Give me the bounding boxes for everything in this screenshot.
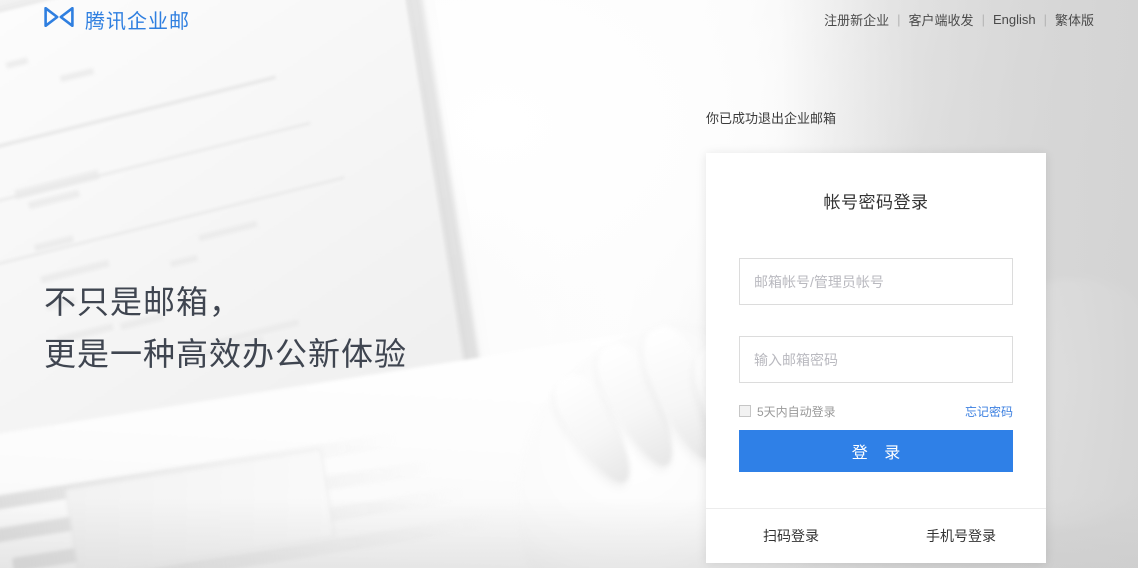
tencent-exmail-logo-icon xyxy=(44,6,74,32)
brand-logo-link[interactable]: 腾讯企业邮 xyxy=(44,5,190,34)
nav-client-mail[interactable]: 客户端收发 xyxy=(909,10,974,29)
logout-notice: 你已成功退出企业邮箱 xyxy=(706,111,837,126)
login-submit-button[interactable]: 登 录 xyxy=(739,430,1013,472)
login-page: 腾讯企业邮 注册新企业 | 客户端收发 | English | 繁体版 不只是邮… xyxy=(0,0,1138,568)
remember-me-toggle[interactable]: 5天内自动登录 xyxy=(739,403,836,420)
login-column: 你已成功退出企业邮箱 帐号密码登录 5天内自动登录 忘记密码 登 录 扫码登录 … xyxy=(706,0,1046,563)
hero-slogan-line-2: 更是一种高效办公新体验 xyxy=(44,336,408,372)
top-navigation: 注册新企业 | 客户端收发 | English | 繁体版 xyxy=(824,10,1094,29)
hero-slogan-line-1: 不只是邮箱， xyxy=(44,284,243,320)
account-input[interactable] xyxy=(739,258,1013,305)
nav-traditional-chinese[interactable]: 繁体版 xyxy=(1055,10,1094,29)
page-header: 腾讯企业邮 注册新企业 | 客户端收发 | English | 繁体版 xyxy=(0,0,1138,38)
remember-me-label: 5天内自动登录 xyxy=(757,404,836,419)
login-options-row: 5天内自动登录 忘记密码 xyxy=(739,403,1013,419)
checkbox-icon[interactable] xyxy=(739,405,751,417)
nav-separator: | xyxy=(1043,11,1047,27)
nav-separator: | xyxy=(897,11,901,27)
forgot-password-link[interactable]: 忘记密码 xyxy=(965,403,1013,420)
login-card: 帐号密码登录 5天内自动登录 忘记密码 登 录 扫码登录 手机号登录 xyxy=(706,153,1046,563)
nav-english[interactable]: English xyxy=(993,12,1036,27)
hero-slogan: 不只是邮箱， 更是一种高效办公新体验 xyxy=(44,276,407,380)
nav-separator: | xyxy=(981,11,985,27)
qr-code-login-link[interactable]: 扫码登录 xyxy=(706,526,876,546)
phone-login-link[interactable]: 手机号登录 xyxy=(876,526,1046,546)
login-card-title: 帐号密码登录 xyxy=(823,193,929,212)
brand-name: 腾讯企业邮 xyxy=(85,10,190,33)
login-card-footer: 扫码登录 手机号登录 xyxy=(706,508,1046,563)
login-card-body: 帐号密码登录 5天内自动登录 忘记密码 登 录 xyxy=(706,153,1046,472)
password-input[interactable] xyxy=(739,336,1013,383)
nav-register-company[interactable]: 注册新企业 xyxy=(824,10,889,29)
